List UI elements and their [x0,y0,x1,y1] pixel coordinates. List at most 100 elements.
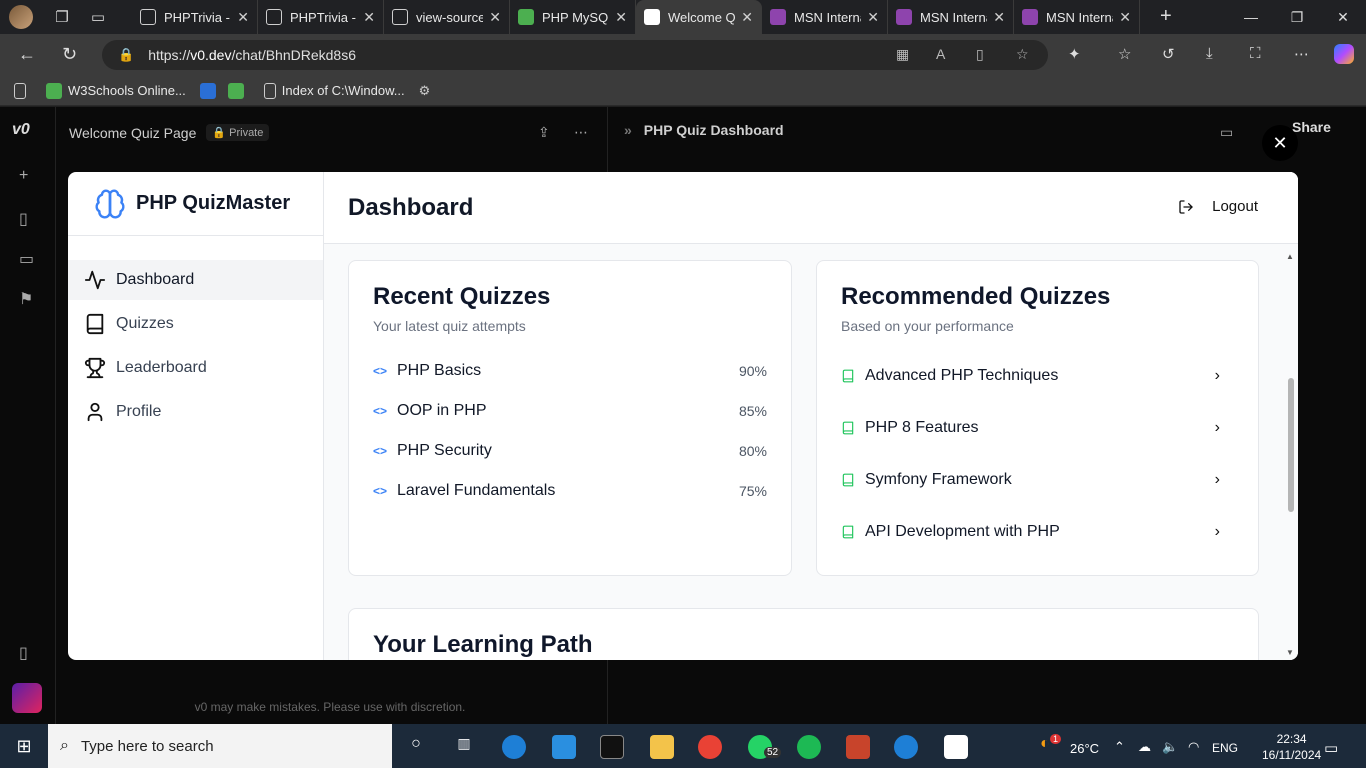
browser-tab[interactable]: MSN Interna ✕ [1014,0,1140,34]
sidebar-item-dashboard[interactable]: Dashboard [68,260,323,300]
sidebar-item-quizzes[interactable]: Quizzes [68,304,323,344]
onedrive-icon[interactable]: ☁ [1138,739,1151,755]
read-aloud-icon[interactable]: A [936,46,945,62]
library-icon[interactable]: ▯ [19,209,28,229]
restore-icon[interactable]: ❐ [1274,0,1320,34]
volume-icon[interactable]: 🔈 [1162,739,1178,755]
browser-tab[interactable]: MSN Interna ✕ [888,0,1014,34]
windows-start-icon[interactable]: ⊞ [0,724,48,768]
refresh-icon[interactable]: ↻ [62,44,77,65]
browser-tab[interactable]: PHP MySQL ✕ [510,0,636,34]
back-icon[interactable]: ← [18,44,36,65]
chevrons-icon[interactable]: » [624,122,632,138]
close-tab-icon[interactable]: ✕ [867,9,879,26]
downloads-icon[interactable]: ⤓ [1206,45,1213,62]
spotify-icon[interactable] [797,735,821,759]
close-tab-icon[interactable]: ✕ [615,9,627,26]
workspaces-icon[interactable]: ❐ [51,6,73,28]
toggle-sidebar-icon[interactable]: ▯ [19,643,28,663]
chevron-right-icon[interactable]: › [1215,523,1220,541]
file-explorer-icon[interactable] [650,735,674,759]
minimize-icon[interactable]: — [1228,0,1274,34]
browser-tab[interactable]: view-source: ✕ [384,0,510,34]
immersive-reader-icon[interactable]: ▯ [976,46,984,63]
more-menu-icon[interactable]: ⋯ [1294,45,1309,63]
browser-tab-active[interactable]: Welcome Qu ✕ [636,0,762,34]
close-tab-icon[interactable]: ✕ [993,9,1005,26]
task-view-icon[interactable]: ▥ [452,735,476,759]
tab-actions-icon[interactable]: ▭ [87,6,109,28]
lock-icon[interactable]: 🔒 [118,47,134,63]
projects-folder-icon[interactable]: ▭ [19,249,34,269]
extensions-icon[interactable]: ✦ [1068,45,1081,63]
recent-quiz-row[interactable]: <> PHP Security 80% [373,439,767,463]
network-icon[interactable]: ◠ [1188,739,1199,755]
url-text[interactable]: https://v0.dev/chat/BhnDRekd8s6 [148,47,356,63]
code-view-icon[interactable]: ▭ [1220,124,1233,141]
pen-app-icon[interactable] [944,735,968,759]
history-icon[interactable]: ↺ [1162,45,1175,63]
sidebar-item-profile[interactable]: Profile [68,392,323,432]
show-hidden-icons-icon[interactable]: ⌃ [1114,739,1125,755]
close-preview-button[interactable]: ✕ [1262,125,1298,161]
favorite-star-icon[interactable]: ☆ [1016,46,1029,63]
profile-avatar[interactable] [9,5,33,29]
browser-tab[interactable]: PHPTrivia - D ✕ [258,0,384,34]
privacy-badge[interactable]: 🔒 Private [206,124,270,141]
scrollbar-thumb[interactable] [1288,378,1294,512]
close-tab-icon[interactable]: ✕ [363,9,375,26]
clock[interactable]: 22:34 16/11/2024 [1262,731,1321,763]
close-window-icon[interactable]: ✕ [1320,0,1366,34]
recommended-quiz-row[interactable]: Advanced PHP Techniques › [841,361,1220,391]
share-chat-icon[interactable]: ⇪ [538,124,550,141]
copilot-icon[interactable] [1334,44,1354,64]
chevron-right-icon[interactable]: › [1215,419,1220,437]
address-bar[interactable]: 🔒 https://v0.dev/chat/BhnDRekd8s6 ▦ A ▯ … [102,40,1048,70]
terminal-icon[interactable] [600,735,624,759]
vscode-icon[interactable] [552,735,576,759]
close-tab-icon[interactable]: ✕ [741,9,753,26]
close-tab-icon[interactable]: ✕ [237,9,249,26]
browser-tab[interactable]: PHPTrivia - D ✕ [132,0,258,34]
chevron-right-icon[interactable]: › [1215,471,1220,489]
feedback-flag-icon[interactable]: ⚑ [19,289,33,309]
weather-temp[interactable]: 26°C [1070,741,1099,756]
bookmark-item[interactable] [199,82,222,99]
browser-tab[interactable]: MSN Interna ✕ [762,0,888,34]
brand-name[interactable]: PHP QuizMaster [136,192,290,215]
chat-title[interactable]: Welcome Quiz Page [69,125,196,141]
close-tab-icon[interactable]: ✕ [489,9,501,26]
bookmark-w3schools[interactable]: W3Schools Online... [46,82,186,99]
bookmark-page[interactable] [14,82,32,99]
recent-quiz-row[interactable]: <> OOP in PHP 85% [373,399,767,423]
recent-quiz-row[interactable]: <> PHP Basics 90% [373,359,767,383]
app-available-icon[interactable]: ▦ [896,46,909,63]
recent-quiz-row[interactable]: <> Laravel Fundamentals 75% [373,479,767,503]
screenshot-icon[interactable]: ⛶ [1250,45,1261,62]
v0-logo-icon[interactable]: v0 [12,121,30,139]
favorites-icon[interactable]: ☆ [1118,45,1131,63]
cortana-icon[interactable]: ○ [404,735,428,759]
new-tab-icon[interactable]: + [1160,5,1172,28]
new-chat-icon[interactable]: + [19,167,28,185]
weather-icon[interactable]: ◐ [1040,735,1050,753]
taskbar-search[interactable]: ⌕ Type here to search [48,724,392,768]
notifications-icon[interactable]: ▭ [1324,739,1338,757]
language-indicator[interactable]: ENG [1212,741,1238,755]
chrome-icon[interactable] [698,735,722,759]
chat-more-icon[interactable]: ⋯ [574,124,588,141]
bookmark-settings[interactable]: ⚙ [419,83,431,99]
sidebar-item-leaderboard[interactable]: Leaderboard [68,348,323,388]
app-icon[interactable] [846,735,870,759]
recommended-quiz-row[interactable]: PHP 8 Features › [841,413,1220,443]
scrollbar[interactable]: ▲ ▼ [1286,252,1296,658]
edge-icon[interactable] [502,735,526,759]
logout-button[interactable]: Logout [1178,198,1258,215]
edge-dev-icon[interactable] [894,735,918,759]
recommended-quiz-row[interactable]: API Development with PHP › [841,517,1220,547]
scroll-down-icon[interactable]: ▼ [1286,648,1294,657]
bookmark-w3[interactable] [227,82,250,99]
chevron-right-icon[interactable]: › [1215,367,1220,385]
recommended-quiz-row[interactable]: Symfony Framework › [841,465,1220,495]
close-tab-icon[interactable]: ✕ [1119,9,1131,26]
